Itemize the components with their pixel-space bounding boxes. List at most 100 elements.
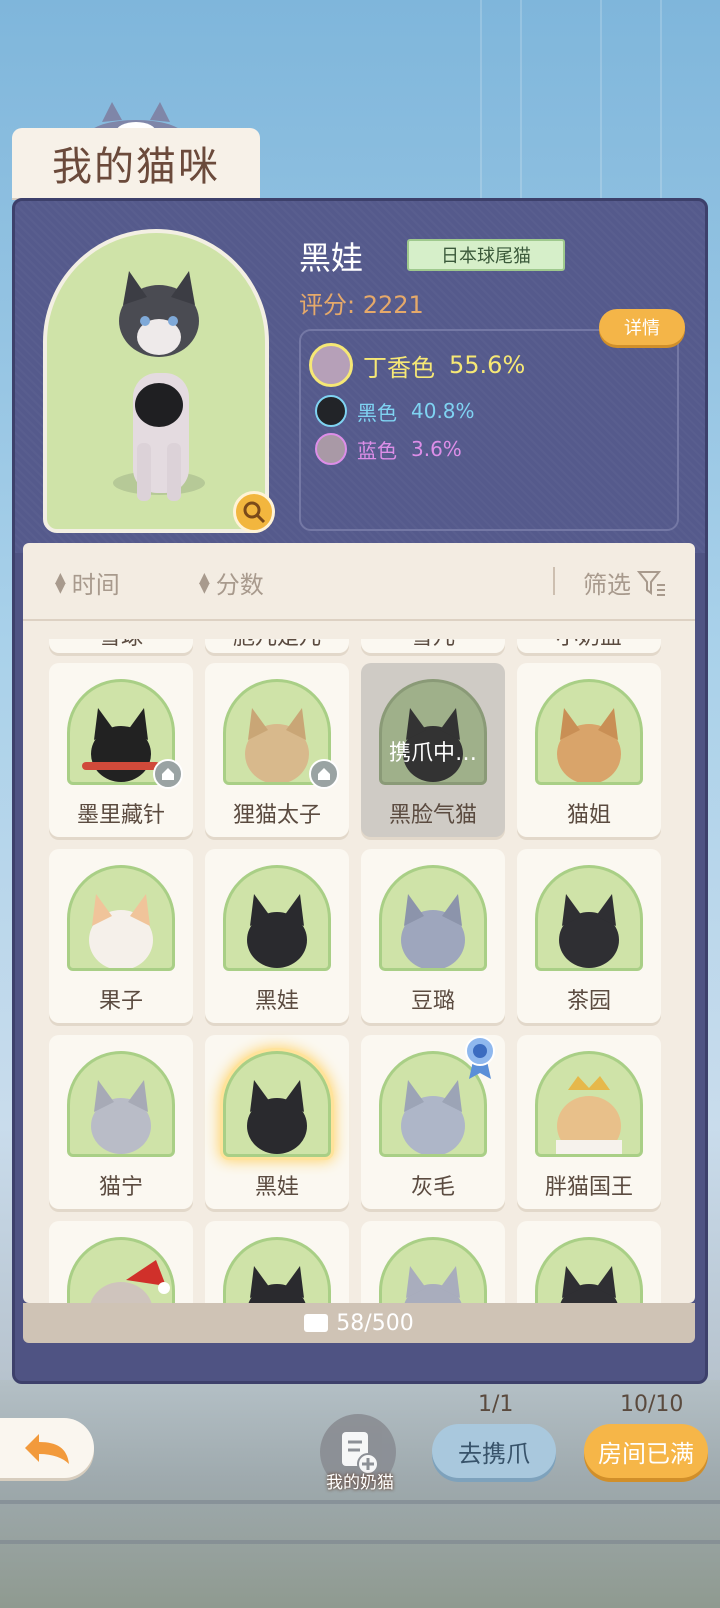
cat-portrait-image bbox=[113, 271, 205, 501]
selected-cat-header: 黑娃 日本球尾猫 评分: 2221 详情 丁香色 55.6% 黑色 40.8% … bbox=[15, 201, 705, 553]
cat-face-icon bbox=[90, 1260, 170, 1303]
cat-card-name: 雪儿 bbox=[361, 639, 505, 651]
cat-card-name: 灰毛 bbox=[410, 1175, 455, 1200]
cat-card-name: 猫姐 bbox=[566, 803, 611, 828]
cat-card[interactable]: 灰毛 bbox=[361, 1035, 505, 1209]
breed-badge: 日本球尾猫 bbox=[407, 239, 565, 271]
cat-card[interactable]: 豆璐 bbox=[361, 849, 505, 1023]
busy-overlay-text: 携爪中… bbox=[388, 741, 477, 766]
detail-button[interactable]: 详情 bbox=[599, 309, 685, 345]
cat-card[interactable] bbox=[49, 1221, 193, 1303]
cat-face-icon bbox=[559, 894, 619, 968]
cat-card-portrait bbox=[379, 865, 487, 971]
cat-card[interactable]: 猫姐 bbox=[517, 663, 661, 837]
color-name: 丁香色 bbox=[363, 353, 435, 382]
cat-card-name: 猫宁 bbox=[98, 1175, 143, 1200]
back-arrow-icon bbox=[25, 1434, 69, 1464]
cat-card-portrait bbox=[67, 1051, 175, 1157]
cat-card[interactable]: 猫宁 bbox=[49, 1035, 193, 1209]
medal-icon bbox=[465, 1036, 495, 1079]
cat-card-portrait bbox=[535, 679, 643, 785]
cat-face-icon bbox=[247, 1080, 307, 1154]
cat-card[interactable]: 果子 bbox=[49, 849, 193, 1023]
sort-time-label: 时间 bbox=[71, 571, 120, 599]
color-row-black: 黑色 40.8% bbox=[315, 395, 475, 427]
cat-card-name: 小奶盐 bbox=[517, 639, 661, 651]
sort-arrows-icon: ▲ ▼ bbox=[199, 569, 210, 596]
cat-card-name: 黑娃 bbox=[254, 1175, 299, 1200]
go-paw-button[interactable]: 去携爪 bbox=[432, 1424, 556, 1478]
cat-face-icon bbox=[404, 1266, 462, 1303]
color-swatch bbox=[315, 433, 347, 465]
color-swatch bbox=[309, 343, 353, 387]
selected-cat-portrait[interactable] bbox=[43, 229, 269, 533]
cat-card[interactable]: 携爪中… 黑脸气猫 bbox=[361, 663, 505, 837]
cat-card-name: 茶园 bbox=[566, 989, 611, 1014]
cat-score: 评分: 2221 bbox=[299, 291, 424, 319]
cat-card[interactable]: 黑娃 bbox=[205, 849, 349, 1023]
cat-card[interactable]: 墨里藏针 bbox=[49, 663, 193, 837]
cat-card[interactable] bbox=[205, 1221, 349, 1303]
sort-by-score[interactable]: ▲ ▼ 分数 bbox=[199, 565, 264, 600]
cat-card-portrait bbox=[67, 1237, 175, 1303]
storage-icon bbox=[304, 1314, 329, 1332]
cat-card[interactable]: 胖猫国王 bbox=[517, 1035, 661, 1209]
screen-title: 我的猫咪 bbox=[52, 144, 220, 190]
cat-card-name: 狸猫太子 bbox=[232, 803, 321, 828]
cat-card-name: 胞儿是儿 bbox=[205, 639, 349, 651]
cat-card-name: 豆璐 bbox=[410, 989, 455, 1014]
cat-card[interactable] bbox=[517, 1221, 661, 1303]
sort-by-time[interactable]: ▲ ▼ 时间 bbox=[55, 565, 120, 600]
selected-cat-name: 黑娃 bbox=[299, 239, 364, 277]
cat-card-name: 雪球 bbox=[49, 639, 193, 651]
cat-card-portrait bbox=[535, 1237, 643, 1303]
background-rail bbox=[0, 1500, 720, 1504]
sort-divider bbox=[553, 567, 555, 595]
color-row-lilac: 丁香色 55.6% bbox=[309, 343, 525, 387]
cat-card-name: 黑脸气猫 bbox=[388, 803, 477, 828]
cat-card-name: 果子 bbox=[98, 989, 143, 1014]
cat-face-icon bbox=[248, 1266, 306, 1303]
cat-face-icon bbox=[91, 1080, 151, 1154]
cat-card-name: 黑娃 bbox=[254, 989, 299, 1014]
home-icon bbox=[162, 768, 174, 780]
home-icon bbox=[318, 768, 330, 780]
sort-score-label: 分数 bbox=[215, 571, 264, 599]
cat-card-portrait bbox=[223, 865, 331, 971]
sort-bar: ▲ ▼ 时间 ▲ ▼ 分数 筛选 bbox=[23, 543, 695, 621]
home-badge bbox=[309, 759, 339, 789]
back-button[interactable] bbox=[0, 1418, 94, 1478]
cat-card[interactable]: 狸猫太子 bbox=[205, 663, 349, 837]
cat-card-name: 胖猫国王 bbox=[544, 1175, 633, 1200]
cat-face-icon bbox=[247, 894, 307, 968]
filter-button[interactable]: 筛选 bbox=[583, 565, 667, 600]
cat-face-icon bbox=[401, 894, 465, 968]
cat-card-portrait bbox=[67, 865, 175, 971]
cat-card[interactable]: 茶园 bbox=[517, 849, 661, 1023]
color-percent: 55.6% bbox=[449, 351, 526, 379]
sort-arrows-icon: ▲ ▼ bbox=[55, 569, 66, 596]
cat-face-icon bbox=[403, 708, 463, 782]
color-percent: 40.8% bbox=[411, 399, 475, 423]
room-full-button[interactable]: 房间已满 bbox=[584, 1424, 708, 1478]
capacity-bar: 58/500 bbox=[23, 1303, 695, 1343]
filter-label: 筛选 bbox=[583, 571, 631, 599]
screen-title-tab: 我的猫咪 bbox=[12, 128, 260, 198]
zoom-portrait-button[interactable] bbox=[233, 491, 275, 533]
cat-card-portrait bbox=[535, 1051, 643, 1157]
cat-face-icon bbox=[560, 1266, 618, 1303]
cat-card-portrait bbox=[223, 1051, 331, 1157]
cat-face-icon bbox=[556, 1076, 622, 1154]
cat-list: ▲▼ 时间 ▲▼ 分数 筛选 雪球 胞儿是儿 雪儿 bbox=[23, 543, 695, 1303]
color-percent: 3.6% bbox=[411, 437, 462, 461]
cat-card[interactable]: 胞儿是儿 bbox=[205, 639, 349, 653]
cat-card-selected[interactable]: 黑娃 bbox=[205, 1035, 349, 1209]
cat-card[interactable] bbox=[361, 1221, 505, 1303]
color-swatch bbox=[315, 395, 347, 427]
cat-card[interactable]: 雪儿 bbox=[361, 639, 505, 653]
cat-card-portrait bbox=[535, 865, 643, 971]
cat-card[interactable]: 雪球 bbox=[49, 639, 193, 653]
cat-card[interactable]: 小奶盐 bbox=[517, 639, 661, 653]
background-rail bbox=[0, 1540, 720, 1544]
cat-card-name: 墨里藏针 bbox=[76, 803, 165, 828]
